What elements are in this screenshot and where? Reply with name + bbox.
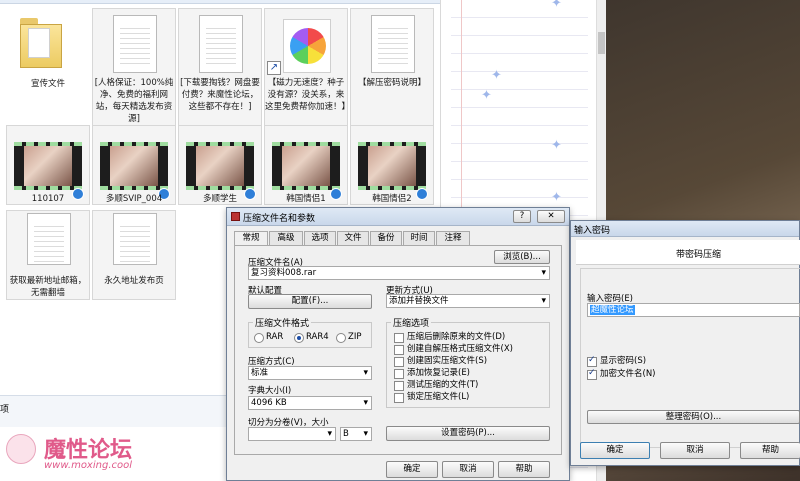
file-tile-label: [人格保证：100%纯净、免费的福利网站，每天精选发布资源]: [94, 78, 174, 124]
option-lock[interactable]: 锁定压缩文件(L): [394, 392, 469, 403]
dialog-title: 压缩文件名和参数: [243, 214, 316, 224]
file-tile-video[interactable]: 多顺学生: [178, 125, 262, 205]
option-sfx[interactable]: 创建自解压格式压缩文件(X): [394, 344, 513, 355]
password-header-band: 带密码压缩: [576, 240, 800, 265]
file-tile-doc[interactable]: 【解压密码说明】: [350, 8, 434, 126]
video-thumbnail-icon: [358, 142, 426, 190]
format-radio-rar4[interactable]: RAR4: [294, 332, 329, 343]
text-file-icon: [113, 213, 157, 265]
tab-comment[interactable]: 注释: [436, 231, 470, 245]
set-password-button[interactable]: 设置密码(P)...: [386, 426, 550, 441]
text-file-icon: [113, 15, 157, 73]
format-radio-rar[interactable]: RAR: [254, 332, 283, 343]
butterfly-icon: ✦: [491, 68, 502, 83]
file-tile-label: 多顺SVIP_004: [105, 194, 163, 204]
file-tile-label: 韩国情侣2: [372, 194, 412, 204]
split-unit-select[interactable]: B: [340, 427, 372, 441]
text-file-icon: [371, 15, 415, 73]
file-tile-video[interactable]: 韩国情侣2: [350, 125, 434, 205]
help-button[interactable]: 帮助: [740, 442, 800, 459]
format-radio-zip[interactable]: ZIP: [336, 332, 361, 343]
watermark-logo: 魔性论坛 www.moxing.cool: [6, 432, 186, 478]
file-tile-label: 韩国情侣1: [286, 194, 326, 204]
browse-button[interactable]: 浏览(B)...: [494, 250, 550, 264]
tab-time[interactable]: 时间: [403, 231, 435, 245]
show-password-checkbox[interactable]: 显示密码(S): [587, 355, 646, 367]
video-thumbnail-icon: [100, 142, 168, 190]
close-button[interactable]: ✕: [537, 210, 565, 223]
file-tile-label: 110107: [31, 194, 65, 204]
cancel-button[interactable]: 取消: [660, 442, 730, 459]
dialog-titlebar: 压缩文件名和参数 ? ✕: [227, 208, 569, 226]
video-thumbnail-icon: [14, 142, 82, 190]
dialog-titlebar: 输入密码: [571, 221, 799, 237]
butterfly-icon: ✦: [481, 88, 492, 103]
format-group-title: 压缩文件格式: [253, 316, 312, 329]
explorer-header-strip: [0, 0, 440, 4]
archive-name-field[interactable]: 复习资料008.rar: [248, 266, 550, 280]
password-header-text: 带密码压缩: [676, 250, 722, 260]
file-tile-doc[interactable]: 获取最新地址邮箱，无需翻墙: [6, 210, 90, 300]
organize-passwords-button[interactable]: 整理密码(O)...: [587, 410, 800, 424]
folder-icon: [20, 14, 62, 68]
dict-select[interactable]: 4096 KB: [248, 396, 372, 410]
file-tile-label: 【解压密码说明】: [357, 78, 426, 88]
file-tile-video[interactable]: 110107: [6, 125, 90, 205]
file-tile-label: [下载要掏钱？网盘要付费？来魔性论坛，这些都不存在！]: [180, 78, 260, 112]
file-tile-doc[interactable]: [下载要掏钱？网盘要付费？来魔性论坛，这些都不存在！]: [178, 8, 262, 126]
details-pane: 项: [0, 395, 232, 427]
help-title-button[interactable]: ?: [513, 210, 531, 223]
details-pane-text: 项: [0, 405, 10, 415]
app-file-icon: [283, 19, 331, 73]
file-tile-app[interactable]: ↗ 【磁力无速度？种子没有源？没关系，来这里免费帮你加速！】: [264, 8, 351, 126]
watermark-url: www.moxing.cool: [44, 460, 133, 471]
text-file-icon: [27, 213, 71, 265]
text-file-icon: [199, 15, 243, 73]
butterfly-icon: ✦: [551, 0, 562, 11]
dict-label: 字典大小(I): [248, 386, 292, 396]
winrar-icon: [231, 212, 240, 221]
tab-backup[interactable]: 备份: [370, 231, 402, 245]
mascot-icon: [6, 434, 36, 464]
shortcut-arrow-icon: ↗: [267, 61, 281, 75]
file-tile-folder[interactable]: 宣传文件: [6, 8, 90, 126]
cancel-button[interactable]: 取消: [442, 461, 494, 478]
file-tile-label: 【磁力无速度？种子没有源？没关系，来这里免费帮你加速！】: [265, 78, 351, 112]
dialog-title: 输入密码: [574, 226, 611, 236]
tab-options[interactable]: 选项: [304, 231, 336, 245]
password-selected-text: 超魔性论坛: [590, 305, 635, 315]
file-tile-video[interactable]: 韩国情侣1: [264, 125, 348, 205]
option-solid[interactable]: 创建固实压缩文件(S): [394, 356, 487, 367]
video-thumbnail-icon: [272, 142, 340, 190]
file-tile-label: 永久地址发布页: [104, 276, 164, 286]
file-tile-label: 获取最新地址邮箱，无需翻墙: [9, 276, 87, 298]
ok-button[interactable]: 确定: [386, 461, 438, 478]
file-tile-doc[interactable]: [人格保证：100%纯净、免费的福利网站，每天精选发布资源]: [92, 8, 176, 126]
update-mode-select[interactable]: 添加并替换文件: [386, 294, 550, 308]
video-thumbnail-icon: [186, 142, 254, 190]
option-delete-after[interactable]: 压缩后删除原来的文件(D): [394, 332, 505, 343]
file-tile-doc[interactable]: 永久地址发布页: [92, 210, 176, 300]
ok-button[interactable]: 确定: [580, 442, 650, 459]
butterfly-icon: ✦: [551, 138, 562, 153]
butterfly-icon: ✦: [551, 190, 562, 205]
tab-advanced[interactable]: 高级: [269, 231, 303, 245]
split-size-field[interactable]: [248, 427, 336, 441]
password-field[interactable]: 超魔性论坛: [587, 303, 800, 317]
file-tile-video[interactable]: 多顺SVIP_004: [92, 125, 176, 205]
method-select[interactable]: 标准: [248, 366, 372, 380]
config-button[interactable]: 配置(F)...: [248, 294, 372, 309]
option-recovery[interactable]: 添加恢复记录(E): [394, 368, 470, 379]
file-tile-label: 宣传文件: [30, 79, 65, 89]
options-group-title: 压缩选项: [391, 316, 432, 329]
file-tile-label: 多顺学生: [202, 194, 237, 204]
tab-general[interactable]: 常规: [234, 231, 268, 246]
encrypt-names-checkbox[interactable]: 加密文件名(N): [587, 368, 656, 380]
help-button[interactable]: 帮助: [498, 461, 550, 478]
option-test[interactable]: 测试压缩的文件(T): [394, 380, 478, 391]
tab-files[interactable]: 文件: [337, 231, 369, 245]
